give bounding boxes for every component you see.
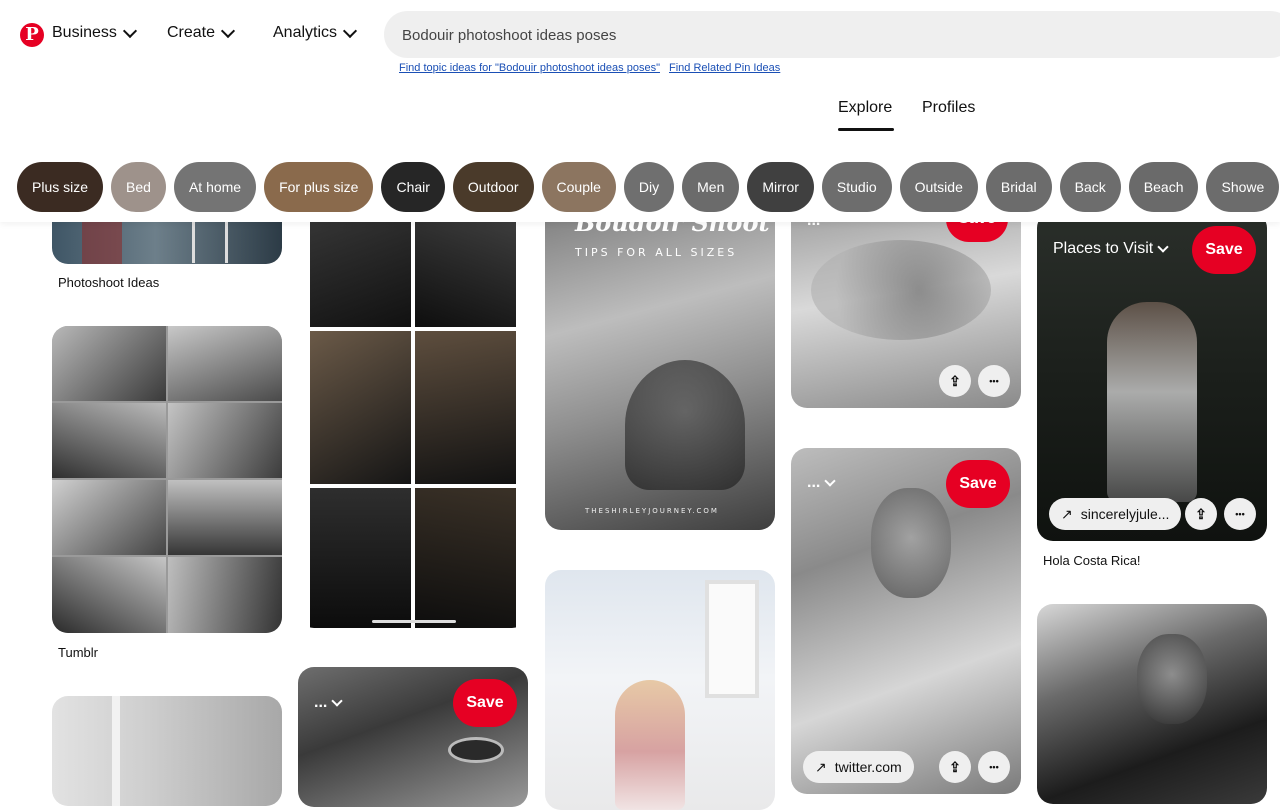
- chevron-down-icon: [824, 474, 837, 487]
- pin-tumblr[interactable]: [52, 326, 282, 633]
- filter-chip[interactable]: For plus size: [264, 162, 374, 212]
- board-dropdown[interactable]: ...: [807, 474, 837, 492]
- pin-image: [112, 696, 120, 806]
- pin-image: [168, 557, 282, 633]
- chevron-down-icon: [342, 23, 358, 38]
- pin-image: [310, 488, 411, 628]
- pin-image: [52, 480, 166, 555]
- save-button[interactable]: Save: [453, 679, 517, 727]
- board-label: ...: [314, 694, 328, 711]
- filter-chip[interactable]: Back: [1059, 162, 1121, 212]
- share-button[interactable]: ⇪: [939, 751, 971, 783]
- filter-chip[interactable]: Diy: [623, 162, 675, 212]
- arrow-up-right-icon: ↗: [1061, 505, 1073, 522]
- arrow-up-right-icon: ↗: [815, 758, 827, 775]
- pin-image-eye: [448, 737, 504, 763]
- pin-image: [415, 331, 516, 484]
- share-icon: ⇪: [949, 758, 961, 775]
- pin-boudoir-shoot[interactable]: Boudoir Shoot TIPS FOR ALL SIZES THESHIR…: [545, 200, 775, 530]
- filter-chip[interactable]: Outdoor: [452, 162, 534, 212]
- share-button[interactable]: ⇪: [939, 365, 971, 397]
- pin-image: [52, 557, 166, 633]
- chevron-down-icon: [331, 694, 344, 707]
- share-icon: ⇪: [949, 372, 961, 389]
- top-header: P Business Create Analytics Find topic i…: [0, 0, 1280, 222]
- nav-analytics[interactable]: Analytics: [273, 23, 358, 42]
- board-label: Places to Visit: [1053, 240, 1154, 257]
- more-button[interactable]: •••: [1224, 498, 1256, 530]
- tab-profiles[interactable]: Profiles: [922, 99, 975, 117]
- pin-image: [168, 326, 282, 401]
- nav-label: Analytics: [273, 24, 338, 41]
- search-bar[interactable]: [384, 11, 1280, 60]
- pin-image-window: [705, 580, 759, 698]
- filter-chip[interactable]: Bed: [111, 162, 166, 212]
- ellipsis-icon: •••: [1235, 509, 1245, 519]
- pin-image-face: [1137, 634, 1207, 724]
- pin-image-face: [871, 488, 951, 598]
- pin-room[interactable]: [52, 696, 282, 806]
- filter-chip[interactable]: Chair: [381, 162, 445, 212]
- pinterest-logo-icon[interactable]: P: [20, 23, 44, 47]
- board-dropdown[interactable]: Places to Visit: [1053, 240, 1169, 258]
- filter-chip[interactable]: Beach: [1128, 162, 1199, 212]
- pin-dark-collage[interactable]: [298, 200, 528, 628]
- save-button[interactable]: Save: [946, 460, 1010, 508]
- source-link[interactable]: ↗ sincerelyjule...: [1049, 498, 1182, 530]
- ellipsis-icon: •••: [989, 762, 999, 772]
- pin-image: [310, 331, 411, 484]
- filter-chip[interactable]: Showe: [1206, 162, 1280, 212]
- filter-chip[interactable]: Plus size: [17, 162, 104, 212]
- more-button[interactable]: •••: [978, 365, 1010, 397]
- related-pin-ideas-link[interactable]: Find Related Pin Ideas: [669, 62, 780, 74]
- filter-chip[interactable]: Mirror: [747, 162, 814, 212]
- filter-chip[interactable]: Studio: [821, 162, 892, 212]
- pin-caption: Hola Costa Rica!: [1043, 553, 1141, 568]
- save-button[interactable]: Save: [1192, 226, 1256, 274]
- pin-image: [52, 403, 166, 478]
- filter-chip[interactable]: Bridal: [985, 162, 1052, 212]
- pin-image: [168, 403, 282, 478]
- pin-leather-jacket[interactable]: [1037, 604, 1267, 804]
- pin-image-person: [615, 680, 685, 810]
- board-dropdown[interactable]: ...: [314, 694, 344, 712]
- ellipsis-icon: •••: [989, 376, 999, 386]
- filter-chip[interactable]: Outside: [899, 162, 978, 212]
- nav-create[interactable]: Create: [167, 23, 236, 42]
- nav-business[interactable]: Business: [52, 23, 137, 42]
- filter-chip[interactable]: Men: [682, 162, 740, 212]
- pin-image: [415, 488, 516, 628]
- pin-image: [625, 360, 745, 490]
- board-label: ...: [807, 474, 821, 491]
- pin-overlay-subtitle: TIPS FOR ALL SIZES: [575, 246, 738, 259]
- nav-label: Business: [52, 24, 117, 41]
- pin-white-room[interactable]: [545, 570, 775, 810]
- chevron-down-icon: [1157, 240, 1169, 253]
- source-label: twitter.com: [834, 759, 902, 775]
- pin-image: [168, 480, 282, 555]
- topic-ideas-link[interactable]: Find topic ideas for "Bodouir photoshoot…: [399, 62, 660, 74]
- source-label: sincerelyjule...: [1080, 506, 1170, 522]
- pin-image: [811, 240, 991, 340]
- filter-chip[interactable]: Couple: [541, 162, 616, 212]
- nav-label: Create: [167, 24, 216, 41]
- scroll-indicator: [372, 620, 456, 623]
- pin-caption: Tumblr: [58, 645, 98, 660]
- pin-caption: Photoshoot Ideas: [58, 275, 160, 290]
- pin-image: [52, 326, 166, 401]
- source-link[interactable]: ↗ twitter.com: [803, 751, 914, 783]
- tab-explore[interactable]: Explore: [838, 99, 895, 131]
- share-button[interactable]: ⇪: [1185, 498, 1217, 530]
- chevron-down-icon: [220, 23, 236, 38]
- more-button[interactable]: •••: [978, 751, 1010, 783]
- chevron-down-icon: [122, 23, 137, 38]
- pin-overlay-credit: THESHIRLEYJOURNEY.COM: [585, 507, 719, 515]
- filter-chips: Plus size Bed At home For plus size Chair Out…: [17, 162, 1280, 212]
- share-icon: ⇪: [1195, 505, 1207, 522]
- search-input[interactable]: [400, 11, 1264, 60]
- filter-chip[interactable]: At home: [173, 162, 257, 212]
- pin-image-person: [1107, 302, 1197, 502]
